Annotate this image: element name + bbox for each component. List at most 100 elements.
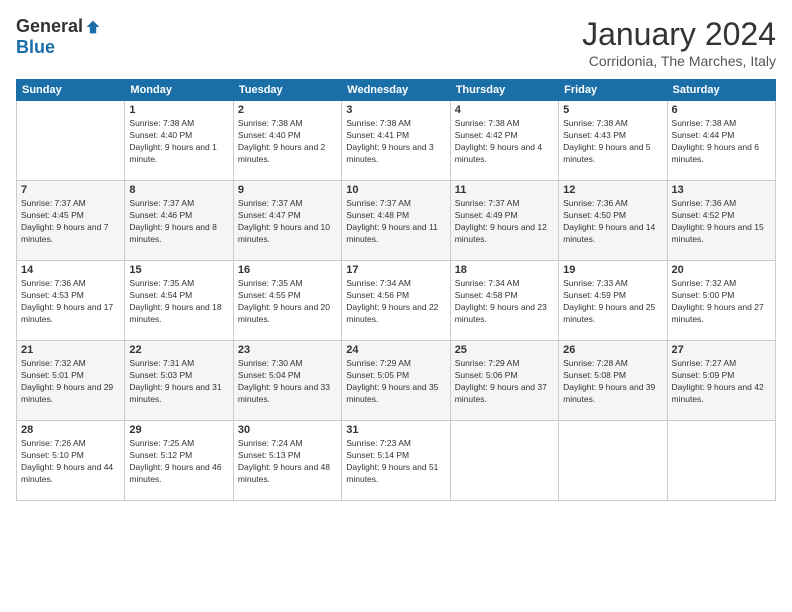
daylight-text: Daylight: 9 hours and 12 minutes. — [455, 222, 547, 244]
daylight-text: Daylight: 9 hours and 33 minutes. — [238, 382, 330, 404]
daylight-text: Daylight: 9 hours and 37 minutes. — [455, 382, 547, 404]
daylight-text: Daylight: 9 hours and 7 minutes. — [21, 222, 108, 244]
sunrise-text: Sunrise: 7:29 AM — [346, 358, 411, 368]
sunrise-text: Sunrise: 7:36 AM — [21, 278, 86, 288]
day-info: Sunrise: 7:35 AM Sunset: 4:54 PM Dayligh… — [129, 278, 228, 326]
table-row: 25 Sunrise: 7:29 AM Sunset: 5:06 PM Dayl… — [450, 341, 558, 421]
day-number: 31 — [346, 424, 445, 436]
sunset-text: Sunset: 4:58 PM — [455, 290, 518, 300]
day-number: 18 — [455, 264, 554, 276]
sunset-text: Sunset: 4:40 PM — [238, 130, 301, 140]
sunrise-text: Sunrise: 7:32 AM — [672, 278, 737, 288]
day-info: Sunrise: 7:38 AM Sunset: 4:42 PM Dayligh… — [455, 118, 554, 166]
day-info: Sunrise: 7:38 AM Sunset: 4:40 PM Dayligh… — [129, 118, 228, 166]
sunset-text: Sunset: 5:08 PM — [563, 370, 626, 380]
daylight-text: Daylight: 9 hours and 10 minutes. — [238, 222, 330, 244]
sunset-text: Sunset: 5:00 PM — [672, 290, 735, 300]
daylight-text: Daylight: 9 hours and 3 minutes. — [346, 142, 433, 164]
sunrise-text: Sunrise: 7:37 AM — [21, 198, 86, 208]
sunrise-text: Sunrise: 7:38 AM — [672, 118, 737, 128]
sunset-text: Sunset: 4:44 PM — [672, 130, 735, 140]
sunrise-text: Sunrise: 7:23 AM — [346, 438, 411, 448]
day-info: Sunrise: 7:37 AM Sunset: 4:47 PM Dayligh… — [238, 198, 337, 246]
daylight-text: Daylight: 9 hours and 25 minutes. — [563, 302, 655, 324]
sunset-text: Sunset: 4:47 PM — [238, 210, 301, 220]
sunset-text: Sunset: 4:41 PM — [346, 130, 409, 140]
daylight-text: Daylight: 9 hours and 5 minutes. — [563, 142, 650, 164]
logo-blue-text: Blue — [16, 37, 55, 58]
day-info: Sunrise: 7:36 AM Sunset: 4:53 PM Dayligh… — [21, 278, 120, 326]
daylight-text: Daylight: 9 hours and 23 minutes. — [455, 302, 547, 324]
table-row — [450, 421, 558, 501]
header-friday: Friday — [559, 80, 667, 101]
table-row — [667, 421, 775, 501]
day-number: 12 — [563, 184, 662, 196]
day-info: Sunrise: 7:26 AM Sunset: 5:10 PM Dayligh… — [21, 438, 120, 486]
logo-icon — [85, 19, 101, 35]
day-info: Sunrise: 7:27 AM Sunset: 5:09 PM Dayligh… — [672, 358, 771, 406]
sunrise-text: Sunrise: 7:38 AM — [455, 118, 520, 128]
day-info: Sunrise: 7:36 AM Sunset: 4:50 PM Dayligh… — [563, 198, 662, 246]
sunset-text: Sunset: 4:50 PM — [563, 210, 626, 220]
table-row: 28 Sunrise: 7:26 AM Sunset: 5:10 PM Dayl… — [17, 421, 125, 501]
subtitle: Corridonia, The Marches, Italy — [582, 53, 776, 69]
sunrise-text: Sunrise: 7:36 AM — [672, 198, 737, 208]
day-number: 27 — [672, 344, 771, 356]
daylight-text: Daylight: 9 hours and 20 minutes. — [238, 302, 330, 324]
month-title: January 2024 — [582, 16, 776, 53]
day-info: Sunrise: 7:29 AM Sunset: 5:06 PM Dayligh… — [455, 358, 554, 406]
table-row: 7 Sunrise: 7:37 AM Sunset: 4:45 PM Dayli… — [17, 181, 125, 261]
day-number: 17 — [346, 264, 445, 276]
calendar-week-row: 14 Sunrise: 7:36 AM Sunset: 4:53 PM Dayl… — [17, 261, 776, 341]
table-row: 2 Sunrise: 7:38 AM Sunset: 4:40 PM Dayli… — [233, 101, 341, 181]
sunrise-text: Sunrise: 7:38 AM — [238, 118, 303, 128]
day-number: 22 — [129, 344, 228, 356]
daylight-text: Daylight: 9 hours and 35 minutes. — [346, 382, 438, 404]
sunset-text: Sunset: 5:06 PM — [455, 370, 518, 380]
sunrise-text: Sunrise: 7:35 AM — [129, 278, 194, 288]
day-info: Sunrise: 7:31 AM Sunset: 5:03 PM Dayligh… — [129, 358, 228, 406]
day-number: 28 — [21, 424, 120, 436]
sunset-text: Sunset: 4:53 PM — [21, 290, 84, 300]
daylight-text: Daylight: 9 hours and 29 minutes. — [21, 382, 113, 404]
table-row: 15 Sunrise: 7:35 AM Sunset: 4:54 PM Dayl… — [125, 261, 233, 341]
daylight-text: Daylight: 9 hours and 46 minutes. — [129, 462, 221, 484]
day-number: 9 — [238, 184, 337, 196]
day-number: 20 — [672, 264, 771, 276]
sunset-text: Sunset: 4:56 PM — [346, 290, 409, 300]
page: General Blue January 2024 Corridonia, Th… — [0, 0, 792, 612]
day-info: Sunrise: 7:32 AM Sunset: 5:01 PM Dayligh… — [21, 358, 120, 406]
sunrise-text: Sunrise: 7:24 AM — [238, 438, 303, 448]
day-info: Sunrise: 7:36 AM Sunset: 4:52 PM Dayligh… — [672, 198, 771, 246]
sunrise-text: Sunrise: 7:30 AM — [238, 358, 303, 368]
sunrise-text: Sunrise: 7:37 AM — [129, 198, 194, 208]
sunset-text: Sunset: 4:55 PM — [238, 290, 301, 300]
day-number: 7 — [21, 184, 120, 196]
daylight-text: Daylight: 9 hours and 44 minutes. — [21, 462, 113, 484]
day-info: Sunrise: 7:29 AM Sunset: 5:05 PM Dayligh… — [346, 358, 445, 406]
table-row: 13 Sunrise: 7:36 AM Sunset: 4:52 PM Dayl… — [667, 181, 775, 261]
daylight-text: Daylight: 9 hours and 14 minutes. — [563, 222, 655, 244]
table-row: 11 Sunrise: 7:37 AM Sunset: 4:49 PM Dayl… — [450, 181, 558, 261]
header-tuesday: Tuesday — [233, 80, 341, 101]
logo: General Blue — [16, 16, 101, 58]
table-row: 16 Sunrise: 7:35 AM Sunset: 4:55 PM Dayl… — [233, 261, 341, 341]
day-info: Sunrise: 7:38 AM Sunset: 4:43 PM Dayligh… — [563, 118, 662, 166]
day-number: 19 — [563, 264, 662, 276]
day-info: Sunrise: 7:33 AM Sunset: 4:59 PM Dayligh… — [563, 278, 662, 326]
sunrise-text: Sunrise: 7:26 AM — [21, 438, 86, 448]
sunrise-text: Sunrise: 7:38 AM — [129, 118, 194, 128]
calendar-header-row: Sunday Monday Tuesday Wednesday Thursday… — [17, 80, 776, 101]
sunset-text: Sunset: 4:43 PM — [563, 130, 626, 140]
sunset-text: Sunset: 4:48 PM — [346, 210, 409, 220]
sunset-text: Sunset: 5:13 PM — [238, 450, 301, 460]
sunset-text: Sunset: 5:04 PM — [238, 370, 301, 380]
daylight-text: Daylight: 9 hours and 2 minutes. — [238, 142, 325, 164]
calendar-week-row: 28 Sunrise: 7:26 AM Sunset: 5:10 PM Dayl… — [17, 421, 776, 501]
day-info: Sunrise: 7:38 AM Sunset: 4:40 PM Dayligh… — [238, 118, 337, 166]
logo-general-text: General — [16, 16, 83, 37]
daylight-text: Daylight: 9 hours and 31 minutes. — [129, 382, 221, 404]
day-number: 4 — [455, 104, 554, 116]
sunrise-text: Sunrise: 7:28 AM — [563, 358, 628, 368]
day-info: Sunrise: 7:37 AM Sunset: 4:45 PM Dayligh… — [21, 198, 120, 246]
